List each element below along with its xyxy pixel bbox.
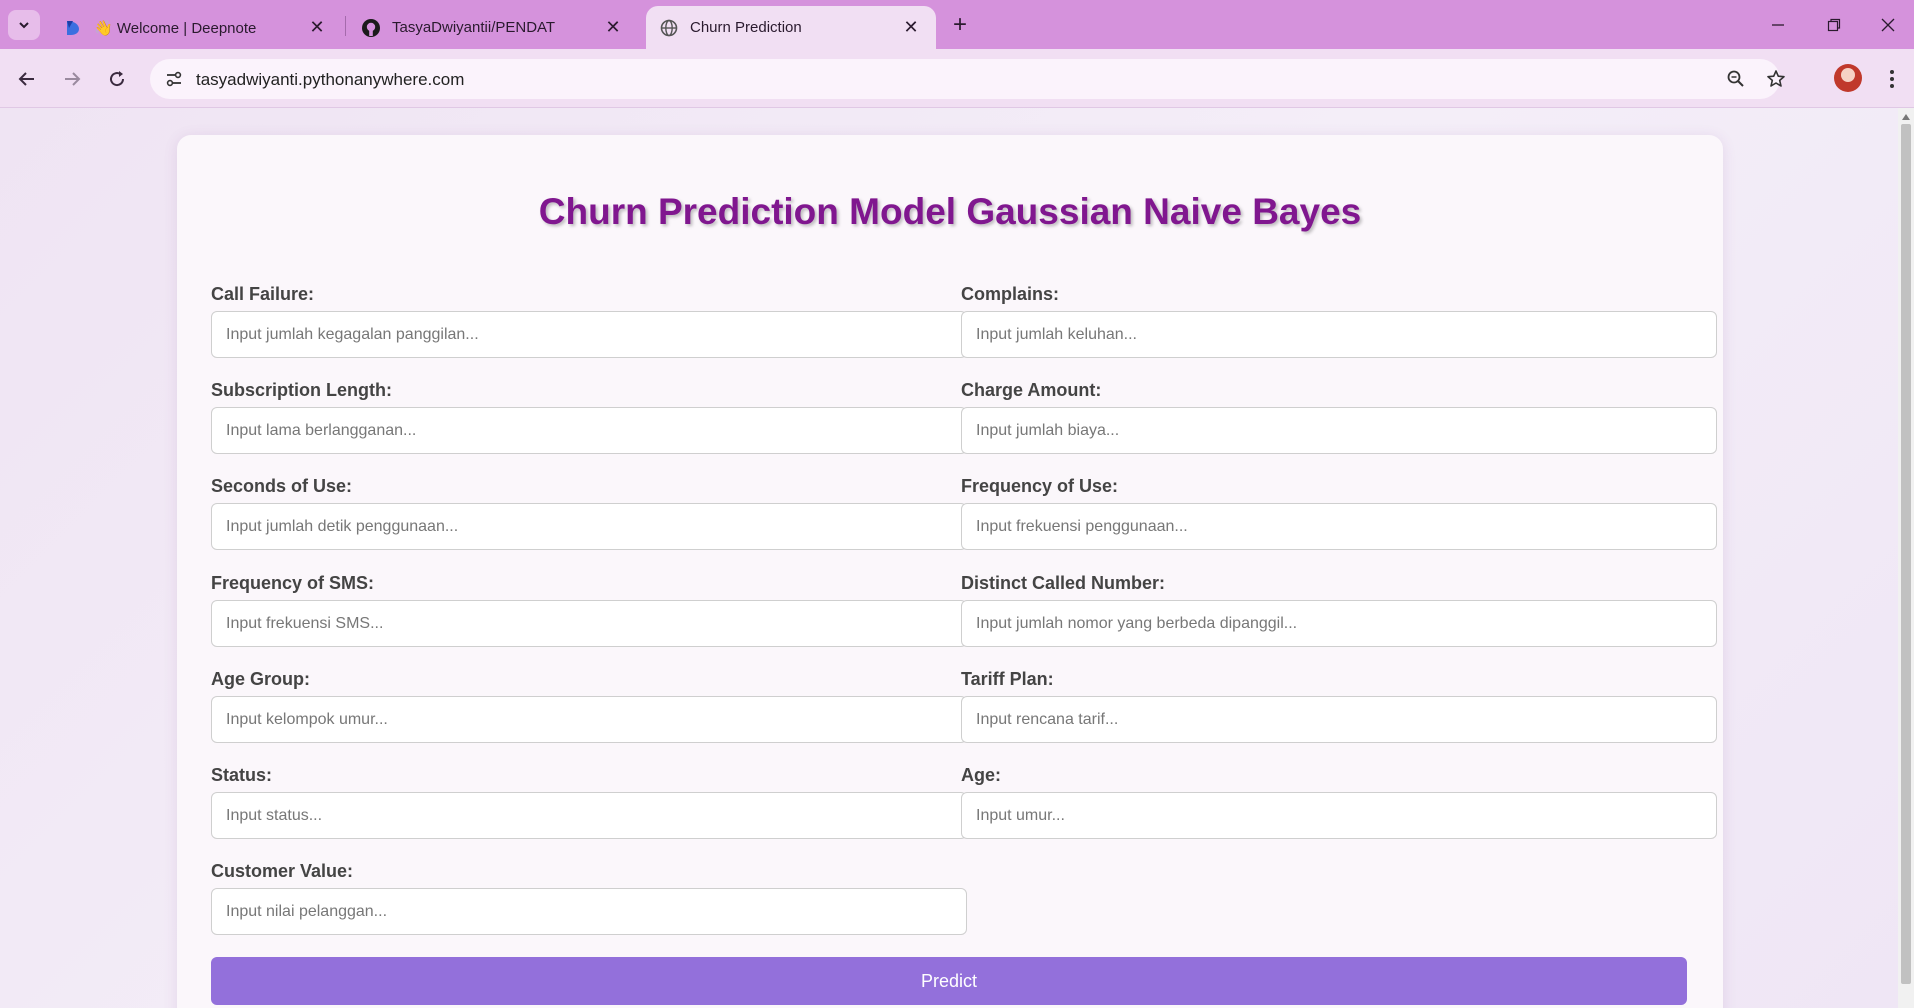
frequency-of-use-input[interactable]: [961, 503, 1717, 550]
restore-icon: [1827, 18, 1841, 31]
tab-title: 👋 Welcome | Deepnote: [94, 19, 257, 37]
minimize-icon: [1772, 23, 1784, 26]
age-group-input[interactable]: [211, 696, 967, 743]
distinct-called-number-label: Distinct Called Number:: [961, 573, 1166, 593]
status-label: Status:: [211, 765, 273, 785]
tab-divider: [345, 16, 346, 36]
tab-title: Churn Prediction: [690, 19, 802, 36]
arrow-left-icon: [18, 72, 34, 86]
new-tab-button[interactable]: +: [945, 10, 975, 40]
subscription-length-label: Subscription Length:: [211, 380, 392, 400]
close-icon[interactable]: ✕: [602, 17, 624, 39]
scrollbar-thumb[interactable]: [1901, 124, 1911, 984]
reload-icon: [110, 71, 125, 87]
tab-title: TasyaDwiyantii/PENDAT: [392, 19, 556, 36]
github-icon: [360, 17, 382, 39]
complains-label: Complains:: [961, 284, 1060, 304]
bookmark-star-icon[interactable]: [1764, 67, 1788, 91]
address-bar[interactable]: tasyadwiyanti.pythonanywhere.com: [150, 59, 1785, 99]
more-vertical-icon: [1890, 70, 1894, 88]
tab-churn-prediction[interactable]: Churn Prediction ✕: [646, 6, 936, 49]
forward-button[interactable]: [55, 62, 89, 96]
call-failure-input[interactable]: [211, 311, 967, 358]
close-window-button[interactable]: [1862, 0, 1914, 49]
plus-icon: +: [952, 11, 967, 38]
arrow-right-icon: [65, 72, 81, 86]
distinct-called-number-input[interactable]: [961, 600, 1717, 647]
call-failure-label: Call Failure:: [211, 284, 315, 304]
minimize-button[interactable]: [1750, 0, 1806, 49]
chevron-down-icon: [19, 22, 29, 29]
tariff-plan-input[interactable]: [961, 696, 1717, 743]
tab-search-button[interactable]: [8, 10, 40, 40]
tab-github[interactable]: TasyaDwiyantii/PENDAT ✕: [348, 6, 638, 49]
reload-button[interactable]: [100, 62, 134, 96]
close-icon[interactable]: ✕: [900, 17, 922, 39]
frequency-of-use-label: Frequency of Use:: [961, 476, 1119, 496]
customer-value-label: Customer Value:: [211, 861, 354, 881]
seconds-of-use-input[interactable]: [211, 503, 967, 550]
profile-avatar[interactable]: [1834, 64, 1862, 92]
subscription-length-input[interactable]: [211, 407, 967, 454]
page-viewport: Churn Prediction Model Gaussian Naive Ba…: [0, 108, 1914, 1008]
scroll-up-icon[interactable]: [1902, 114, 1910, 120]
age-label: Age:: [961, 765, 1001, 785]
close-icon: [1881, 18, 1895, 31]
charge-amount-input[interactable]: [961, 407, 1717, 454]
status-input[interactable]: [211, 792, 967, 839]
deepnote-icon: [62, 17, 84, 39]
complains-input[interactable]: [961, 311, 1717, 358]
age-input[interactable]: [961, 792, 1717, 839]
page-scrollbar[interactable]: [1898, 108, 1914, 1008]
tariff-plan-label: Tariff Plan:: [961, 669, 1054, 689]
page-title: Churn Prediction Model Gaussian Naive Ba…: [538, 191, 1362, 232]
frequency-of-sms-input[interactable]: [211, 600, 967, 647]
browser-toolbar: tasyadwiyanti.pythonanywhere.com: [0, 49, 1914, 108]
site-info-icon[interactable]: [162, 67, 186, 91]
restore-button[interactable]: [1806, 0, 1862, 49]
close-icon[interactable]: ✕: [306, 17, 328, 39]
predict-button[interactable]: Predict: [211, 957, 1687, 1005]
age-group-label: Age Group:: [211, 669, 310, 689]
tab-strip: 👋 Welcome | Deepnote ✕ TasyaDwiyantii/PE…: [0, 0, 1914, 49]
customer-value-input[interactable]: [211, 888, 967, 935]
zoom-icon[interactable]: [1724, 67, 1748, 91]
form-card: Churn Prediction Model Gaussian Naive Ba…: [177, 135, 1723, 1008]
frequency-of-sms-label: Frequency of SMS:: [211, 573, 375, 593]
globe-icon: [658, 17, 680, 39]
tab-deepnote[interactable]: 👋 Welcome | Deepnote ✕: [50, 6, 342, 49]
url-text: tasyadwiyanti.pythonanywhere.com: [196, 70, 465, 89]
back-button[interactable]: [10, 62, 44, 96]
charge-amount-label: Charge Amount:: [961, 380, 1102, 400]
browser-menu-button[interactable]: [1880, 62, 1904, 96]
seconds-of-use-label: Seconds of Use:: [211, 476, 353, 496]
